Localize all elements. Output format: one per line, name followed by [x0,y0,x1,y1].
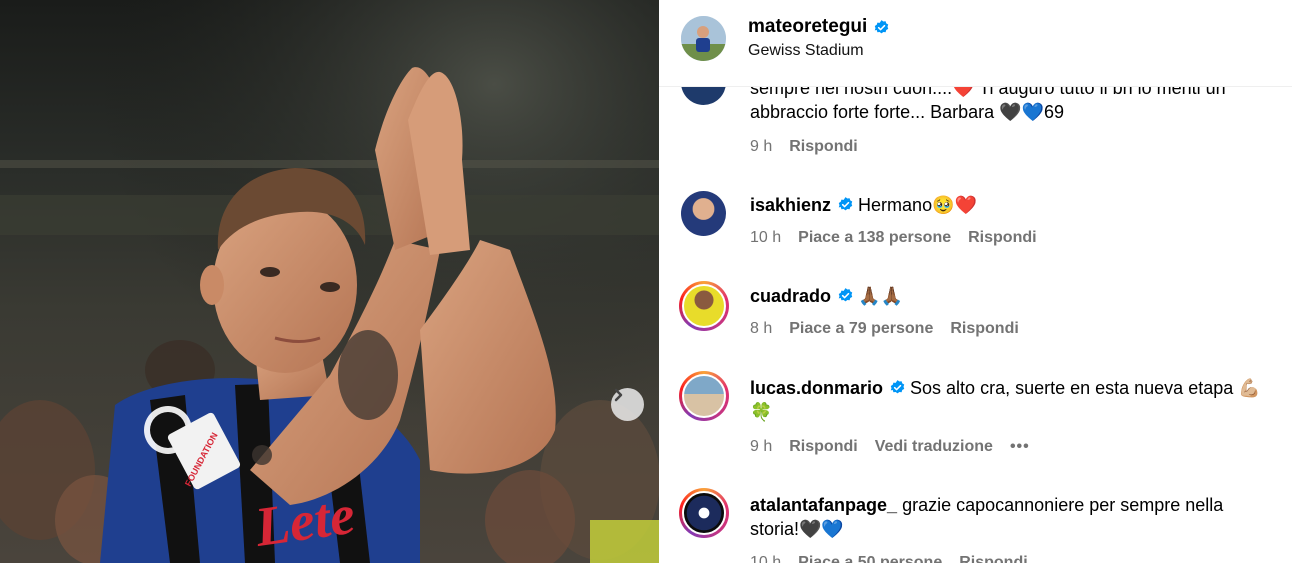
comment-avatar[interactable] [681,191,726,236]
next-photo-button[interactable] [611,388,644,421]
verified-badge-icon [838,288,853,302]
comment-time: 10 h [750,554,782,563]
reply-button[interactable]: Rispondi [968,229,1036,247]
comment-time: 9 h [750,438,773,455]
owner-avatar-image [681,16,726,61]
reply-button[interactable]: Rispondi [959,554,1027,563]
comment-meta: 9 h Rispondi Vedi traduzione ••• [750,438,1030,456]
comments-panel: sempre nei nostri cuori....❤️ Ti auguro … [659,0,1292,563]
verified-badge-icon [890,380,905,394]
comment-meta: 8 h Piace a 79 persone Rispondi [750,320,1019,338]
comment-text: abbraccio forte forte... Barbara 🖤💙69 [750,102,1064,122]
likes-count[interactable]: Piace a 138 persone [798,229,951,247]
comment-avatar[interactable] [679,281,729,331]
comment-avatar[interactable] [679,371,729,421]
comment-text: grazie capocannoniere per sempre nella [902,495,1224,515]
comment-avatar[interactable] [679,488,729,538]
comment-text: 🙏🏾🙏🏾 [858,286,903,306]
comment-username[interactable]: isakhienz [750,195,831,215]
comment-text: storia!🖤💙 [750,519,844,539]
owner-avatar[interactable] [681,16,726,61]
more-options-icon[interactable]: ••• [1010,438,1030,456]
comment-time: 10 h [750,229,782,246]
comment-meta: 10 h Piace a 138 persone Rispondi [750,229,1037,247]
comment-meta: 10 h Piace a 50 persone Rispondi [750,554,1028,563]
comment-username[interactable]: atalantafanpage_ [750,495,897,515]
player-photo-illustration: Lete FOUNDATION [0,0,659,563]
likes-count[interactable]: Piace a 79 persone [789,320,933,338]
comment-username[interactable]: cuadrado [750,286,831,306]
post-location[interactable]: Gewiss Stadium [748,42,864,60]
comment-text: 🍀 [750,402,773,422]
comment-text: Hermano🥹❤️ [858,195,977,215]
chevron-right-icon [614,388,623,402]
verified-badge-icon [838,197,853,211]
post-header: mateoretegui Gewiss Stadium [659,0,1292,87]
comment-time: 8 h [750,320,773,337]
comment-text: Sos alto cra, suerte en esta nueva etapa… [910,378,1261,398]
owner-username[interactable]: mateoretegui [748,16,867,38]
reply-button[interactable]: Rispondi [789,138,857,156]
comment-time: 9 h [750,138,773,155]
reply-button[interactable]: Rispondi [789,438,857,456]
comment-meta: 9 h Rispondi [750,138,858,156]
translate-button[interactable]: Vedi traduzione [875,438,993,456]
post-photo[interactable]: Lete FOUNDATION [0,0,659,563]
comment-username[interactable]: lucas.donmario [750,378,883,398]
verified-badge-icon [875,19,889,33]
likes-count[interactable]: Piace a 50 persone [798,554,942,563]
reply-button[interactable]: Rispondi [950,320,1018,338]
